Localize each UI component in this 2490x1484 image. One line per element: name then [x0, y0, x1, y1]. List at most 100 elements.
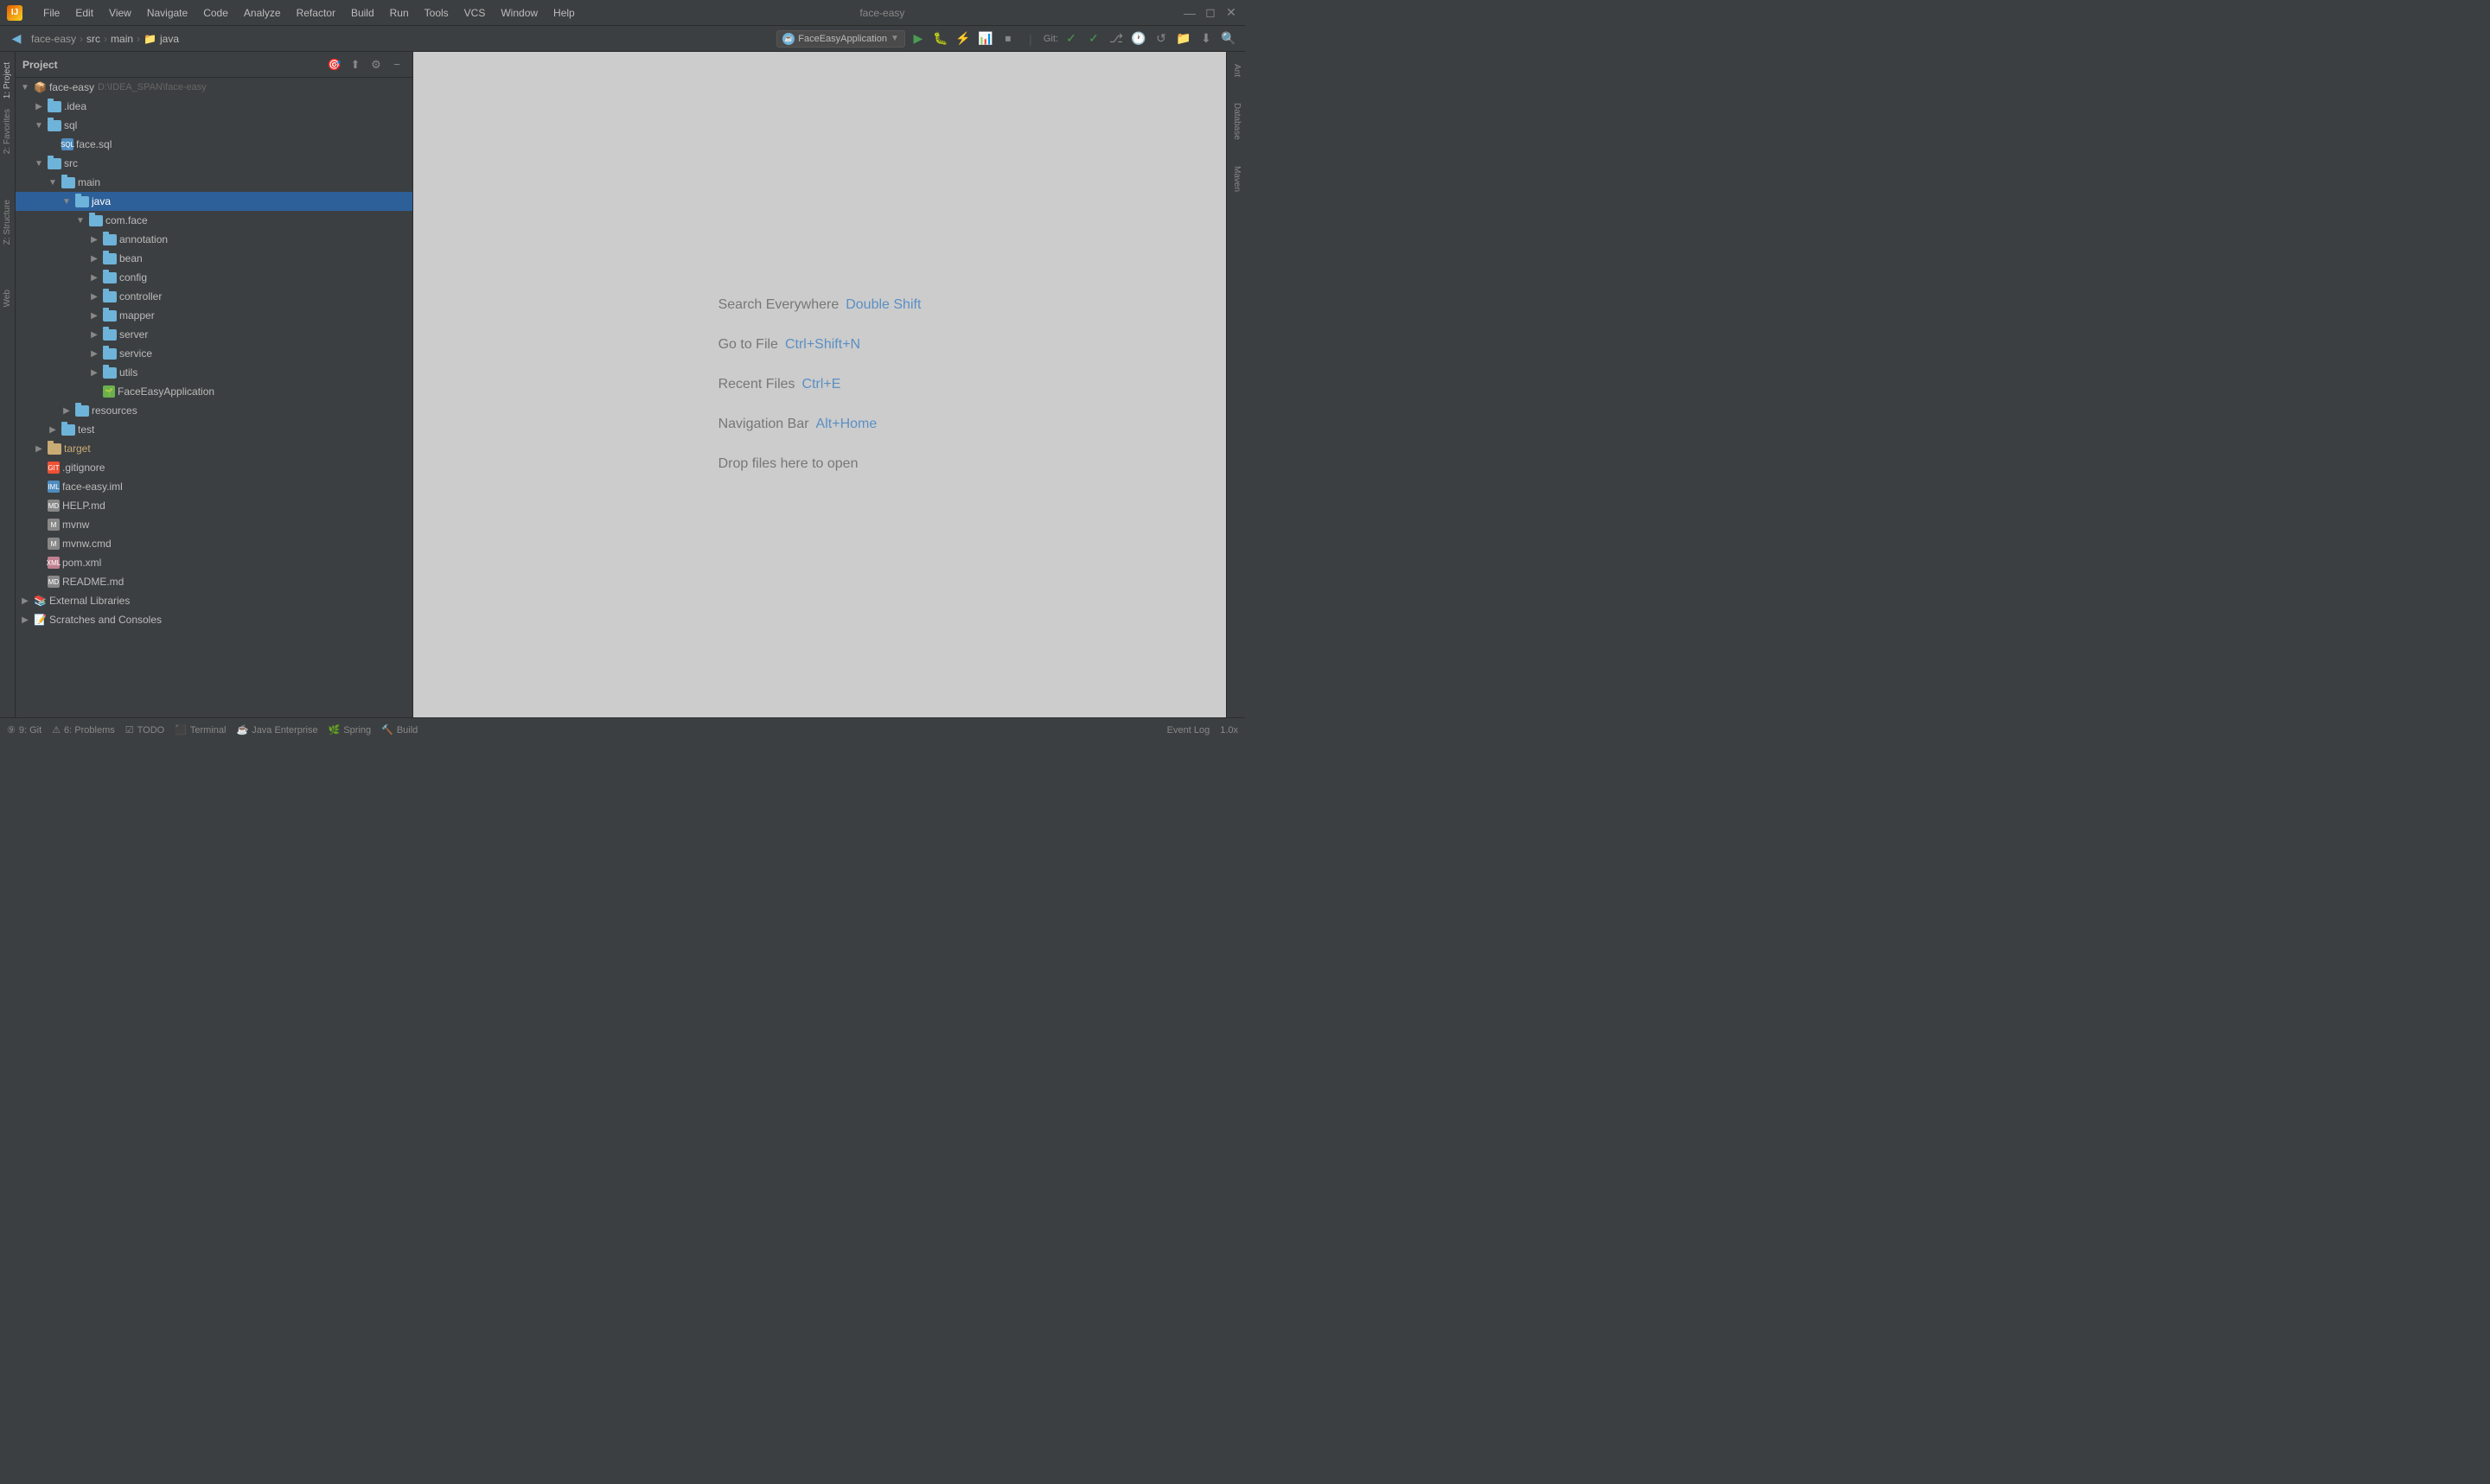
- menu-file[interactable]: File: [36, 5, 67, 21]
- breadcrumb-java[interactable]: java: [160, 33, 179, 45]
- tree-item-annotation[interactable]: annotation: [16, 230, 412, 249]
- breadcrumb-folder-icon: 📁: [144, 33, 156, 45]
- tree-item-java[interactable]: java: [16, 192, 412, 211]
- tree-item-face-easy-iml[interactable]: IMLface-easy.iml: [16, 477, 412, 496]
- web-tab[interactable]: Web: [1, 286, 14, 310]
- breadcrumb-src[interactable]: src: [86, 33, 100, 45]
- tree-item-test[interactable]: test: [16, 420, 412, 439]
- maven-tab[interactable]: Maven: [1228, 161, 1244, 197]
- tree-item-config[interactable]: config: [16, 268, 412, 287]
- panel-settings-button[interactable]: ⚙: [367, 56, 385, 73]
- breadcrumb-main[interactable]: main: [111, 33, 133, 45]
- menu-tools[interactable]: Tools: [418, 5, 456, 21]
- title-bar: IJ FileEditViewNavigateCodeAnalyzeRefact…: [0, 0, 1245, 26]
- menu-run[interactable]: Run: [383, 5, 416, 21]
- menu-navigate[interactable]: Navigate: [140, 5, 195, 21]
- git-branch[interactable]: ⎇: [1107, 29, 1126, 48]
- structure-tab[interactable]: Z: Structure: [1, 196, 14, 248]
- git-clock[interactable]: 🕐: [1129, 29, 1148, 48]
- tree-item-help-md[interactable]: MDHELP.md: [16, 496, 412, 515]
- stop-button[interactable]: ⏹: [999, 29, 1018, 48]
- tree-item-controller[interactable]: controller: [16, 287, 412, 306]
- run-config-selector[interactable]: ☕ FaceEasyApplication ▼: [776, 30, 905, 48]
- tree-item-main[interactable]: main: [16, 173, 412, 192]
- profile-button[interactable]: 📊: [976, 29, 995, 48]
- tree-item-face-easy[interactable]: 📦face-easyD:\IDEA_SPAN\face-easy: [16, 78, 412, 97]
- tree-item-external-libraries[interactable]: 📚External Libraries: [16, 591, 412, 610]
- minimize-button[interactable]: —: [1183, 6, 1197, 20]
- maximize-button[interactable]: ◻: [1204, 6, 1217, 20]
- problems-status[interactable]: ⚠ 6: Problems: [52, 724, 115, 736]
- tree-item-utils[interactable]: utils: [16, 363, 412, 382]
- menu-analyze[interactable]: Analyze: [237, 5, 288, 21]
- favorites-tab[interactable]: 2: Favorites: [1, 105, 14, 157]
- tree-item-resources[interactable]: resources: [16, 401, 412, 420]
- tree-item-mapper[interactable]: mapper: [16, 306, 412, 325]
- tree-item-face-sql[interactable]: SQLface.sql: [16, 135, 412, 154]
- build-status[interactable]: 🔨 Build: [381, 724, 418, 736]
- menu-edit[interactable]: Edit: [68, 5, 100, 21]
- tree-item-scratches-and-consoles[interactable]: 📝Scratches and Consoles: [16, 610, 412, 629]
- breadcrumb-project: face-easy: [31, 33, 76, 45]
- menu-bar: FileEditViewNavigateCodeAnalyzeRefactorB…: [36, 5, 582, 21]
- tree-item--gitignore[interactable]: GIT.gitignore: [16, 458, 412, 477]
- coverage-button[interactable]: ⚡: [954, 29, 973, 48]
- back-button[interactable]: ◀: [7, 29, 26, 48]
- tree-item-mvnw-cmd[interactable]: Mmvnw.cmd: [16, 534, 412, 553]
- tree-item-readme-md[interactable]: MDREADME.md: [16, 572, 412, 591]
- panel-collapse-button[interactable]: ⬆: [347, 56, 364, 73]
- menu-view[interactable]: View: [102, 5, 138, 21]
- close-button[interactable]: ✕: [1224, 6, 1238, 20]
- tree-item-pom-xml[interactable]: XMLpom.xml: [16, 553, 412, 572]
- menu-window[interactable]: Window: [494, 5, 545, 21]
- file-tree: 📦face-easyD:\IDEA_SPAN\face-easy.ideasql…: [16, 78, 412, 717]
- run-button[interactable]: ▶: [909, 29, 928, 48]
- menu-help[interactable]: Help: [546, 5, 582, 21]
- tree-arrow: [61, 195, 73, 207]
- git-undo[interactable]: ↺: [1152, 29, 1171, 48]
- git-download[interactable]: ⬇: [1197, 29, 1216, 48]
- tree-item-idea[interactable]: .idea: [16, 97, 412, 116]
- tree-item-mvnw[interactable]: Mmvnw: [16, 515, 412, 534]
- git-check1[interactable]: ✓: [1062, 29, 1081, 48]
- ant-tab[interactable]: Ant: [1228, 59, 1244, 82]
- debug-button[interactable]: 🐛: [931, 29, 950, 48]
- tree-item-path: D:\IDEA_SPAN\face-easy: [98, 82, 207, 92]
- tree-item-faceeasyapplication[interactable]: 🌱FaceEasyApplication: [16, 382, 412, 401]
- tree-item-src[interactable]: src: [16, 154, 412, 173]
- tree-arrow: [47, 176, 59, 188]
- panel-location-button[interactable]: 🎯: [326, 56, 343, 73]
- menu-build[interactable]: Build: [344, 5, 381, 21]
- todo-status[interactable]: ☑ TODO: [125, 724, 164, 736]
- menu-code[interactable]: Code: [196, 5, 235, 21]
- panel-close-button[interactable]: −: [388, 56, 405, 73]
- terminal-status[interactable]: ⬛ Terminal: [175, 724, 226, 736]
- search-button[interactable]: 🔍: [1219, 29, 1238, 48]
- java-enterprise-status[interactable]: ☕ Java Enterprise: [236, 724, 317, 736]
- tree-item-label: config: [119, 271, 147, 283]
- tree-item-bean[interactable]: bean: [16, 249, 412, 268]
- git-folder[interactable]: 📁: [1174, 29, 1193, 48]
- folder-icon: [103, 234, 117, 245]
- tree-item-label: main: [78, 176, 100, 188]
- tree-item-label: src: [64, 157, 78, 169]
- tree-item-server[interactable]: server: [16, 325, 412, 344]
- tree-arrow: [33, 100, 45, 112]
- git-check2[interactable]: ✓: [1084, 29, 1103, 48]
- tree-item-target[interactable]: target: [16, 439, 412, 458]
- tree-item-sql[interactable]: sql: [16, 116, 412, 135]
- database-tab[interactable]: Database: [1228, 98, 1244, 145]
- tree-item-service[interactable]: service: [16, 344, 412, 363]
- drop-label: Drop files here to open: [718, 456, 859, 472]
- menu-vcs[interactable]: VCS: [457, 5, 493, 21]
- menu-refactor[interactable]: Refactor: [290, 5, 342, 21]
- folder-icon: [103, 367, 117, 379]
- tree-item-com-face[interactable]: com.face: [16, 211, 412, 230]
- tree-item-label: .gitignore: [62, 462, 105, 474]
- event-log[interactable]: Event Log: [1167, 725, 1210, 736]
- run-config-icon: ☕: [782, 33, 795, 45]
- spring-status[interactable]: 🌿 Spring: [329, 724, 372, 736]
- git-status[interactable]: ⑨ 9: Git: [7, 724, 42, 736]
- project-tab[interactable]: 1: Project: [1, 59, 14, 102]
- file-icon-spring: 🌱: [103, 385, 115, 398]
